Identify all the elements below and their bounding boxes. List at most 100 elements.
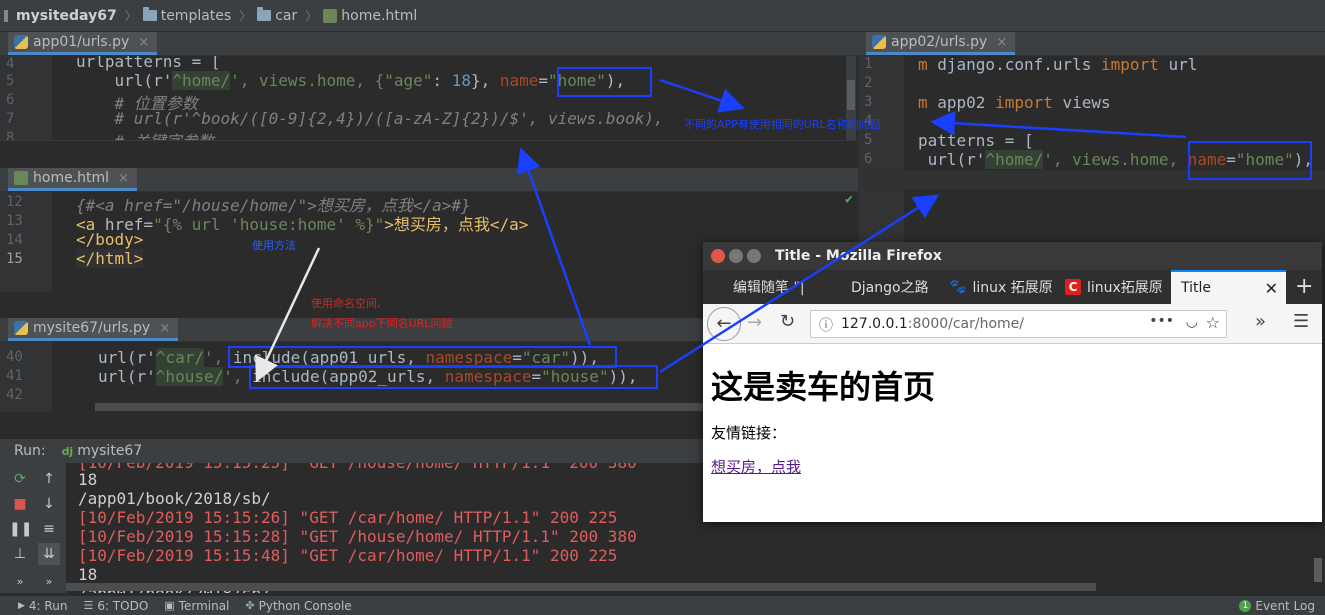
status-run[interactable]: ▶ 4: Run — [18, 599, 67, 613]
browser-tab[interactable]: 编辑随笔 "| — [723, 270, 818, 304]
tab-label: app02/urls.py — [891, 34, 988, 50]
c-logo-icon: C — [1065, 279, 1081, 295]
line-gutter: 1 2 3 4 5 6 7 — [858, 56, 904, 242]
close-window-icon[interactable] — [711, 249, 725, 263]
status-terminal[interactable]: ▣ Terminal — [164, 599, 229, 613]
run-tool-buttons: ⟳ ↑ ■ ↓ ❚❚ ≡ ⊥ ⇊ » » — [0, 463, 66, 593]
new-tab-icon[interactable]: + — [1295, 274, 1313, 299]
highlight-include-app02 — [249, 365, 658, 389]
django-icon: dj — [61, 444, 74, 458]
console-vscrollbar[interactable] — [1314, 558, 1322, 582]
project-icon — [4, 9, 8, 22]
url-bar[interactable]: ⓘ 127.0.0.1:8000/car/home/ ••• ◡ ☆ — [810, 310, 1227, 338]
code-line: </body> — [76, 230, 144, 249]
code-line: url(r'^home/', views.home, {"age": 18}, … — [76, 71, 626, 90]
python-console-icon: ✤ — [245, 599, 255, 612]
run-config-tab[interactable]: dj mysite67 — [62, 443, 143, 459]
close-icon[interactable]: × — [996, 35, 1007, 50]
more-icon[interactable]: » — [38, 571, 60, 593]
pause-icon[interactable]: ❚❚ — [9, 518, 32, 540]
scroll-to-end-icon[interactable]: ⇊ — [38, 543, 60, 565]
console-line: [10/Feb/2019 15:15:25] "GET /house/home/… — [78, 463, 637, 472]
browser-tab[interactable]: Clinux拓展原 — [1055, 270, 1170, 304]
console-line: [10/Feb/2019 15:15:26] "GET /car/home/ H… — [78, 508, 618, 527]
status-event-log[interactable]: 1 Event Log — [1239, 599, 1315, 613]
breadcrumb-folder-car[interactable]: car 〉 — [257, 7, 323, 24]
hamburger-menu-icon[interactable]: ☰ — [1293, 311, 1309, 332]
code-line: # url(r'^book/([0-9]{2,4})/([a-zA-Z]{2})… — [76, 109, 664, 128]
more-icon[interactable]: » — [9, 571, 31, 593]
html-file-icon — [14, 171, 28, 185]
python-file-icon — [14, 35, 28, 49]
firefox-tabbar: 编辑随笔 "| Django之路 🐾 linux 拓展原 Clinux拓展原 Ti… — [703, 270, 1322, 304]
line-gutter: 4 5 6 7 8 — [0, 56, 52, 140]
annotation-namespace-1: 使用命名空间, — [311, 297, 381, 310]
line-number: 6 — [6, 92, 15, 108]
more-dots-icon[interactable]: ••• — [1149, 313, 1174, 329]
console-line: /app01/book/2018/sb/ — [78, 489, 271, 508]
play-icon: ▶ — [18, 600, 25, 611]
bookmark-star-icon[interactable]: ☆ — [1206, 313, 1220, 332]
maximize-window-icon[interactable] — [747, 249, 761, 263]
html-file-icon — [323, 8, 338, 23]
reload-icon[interactable]: ↻ — [780, 311, 795, 332]
browser-tab[interactable]: Django之路 — [841, 270, 939, 304]
editor-tabbar-home: home.html × — [0, 168, 858, 192]
browser-tab-active[interactable]: Title ✕ — [1171, 270, 1286, 304]
tab-label: home.html — [33, 170, 110, 186]
pin-icon[interactable]: ⊥ — [9, 543, 31, 565]
highlight-name-home-app01 — [557, 67, 652, 97]
rerun-icon[interactable]: ⟳ — [9, 468, 31, 490]
url-host: 127.0.0.1 — [841, 316, 908, 332]
line-number: 5 — [6, 73, 15, 89]
window-title: Title - Mozilla Firefox — [775, 248, 942, 264]
folder-icon — [142, 7, 157, 21]
close-icon[interactable]: × — [159, 321, 170, 336]
tab-label: mysite67/urls.py — [33, 320, 151, 336]
back-icon[interactable]: ← — [707, 307, 741, 341]
breadcrumb-folder-label: templates — [160, 7, 232, 24]
status-todo[interactable]: ☰ 6: TODO — [83, 599, 148, 613]
info-icon: ⓘ — [819, 318, 833, 334]
tab-mysite-urls[interactable]: mysite67/urls.py × — [8, 318, 179, 341]
close-icon[interactable]: × — [118, 171, 129, 186]
line-gutter: 40 41 42 — [0, 342, 52, 412]
code-line: </html> — [76, 249, 144, 268]
status-python-console[interactable]: ✤ Python Console — [245, 599, 351, 613]
close-icon[interactable]: × — [138, 35, 149, 50]
buy-house-link[interactable]: 想买房，点我 — [711, 456, 801, 477]
paw-icon: 🐾 — [949, 279, 967, 295]
close-icon[interactable]: ✕ — [1265, 279, 1278, 298]
tab-app01-urls[interactable]: app01/urls.py × — [8, 32, 158, 55]
breadcrumb-file-label: home.html — [341, 7, 418, 24]
tab-home-html[interactable]: home.html × — [8, 168, 137, 191]
forward-icon[interactable]: → — [747, 312, 762, 333]
list-icon: ☰ — [83, 599, 94, 612]
python-file-icon — [14, 321, 28, 335]
page-heading: 这是卖车的首页 — [711, 368, 936, 406]
check-icon: ✔ — [845, 192, 853, 207]
arrow-up-icon[interactable]: ↑ — [38, 468, 60, 490]
breadcrumb-file[interactable]: home.html — [323, 8, 417, 24]
annotation-usage: 使用方法 — [252, 239, 296, 252]
stop-icon[interactable]: ■ — [9, 493, 31, 515]
breadcrumb-project[interactable]: mysiteday67 〉 — [4, 7, 143, 24]
code-line: <a href="{% url 'house:home' %}">想买房，点我<… — [76, 215, 529, 234]
console-scrollbar[interactable] — [66, 583, 1096, 591]
code-line: urlpatterns = [ — [76, 56, 221, 71]
tab-app02-urls[interactable]: app02/urls.py × — [866, 32, 1016, 55]
soft-wrap-icon[interactable]: ≡ — [38, 518, 60, 540]
chevron-right-icon: 〉 — [239, 9, 252, 23]
horizontal-scrollbar[interactable] — [95, 403, 703, 411]
browser-tab[interactable]: 🐾 linux 拓展原 — [939, 270, 1054, 304]
python-file-icon — [872, 35, 886, 49]
page-content: 这是卖车的首页 友情链接： 想买房，点我 — [703, 344, 1322, 522]
pocket-icon[interactable]: ◡ — [1186, 314, 1198, 330]
code-line: m app02 import views — [918, 93, 1111, 112]
breadcrumb-folder-templates[interactable]: templates 〉 — [142, 7, 258, 24]
overflow-icon[interactable]: » — [1255, 311, 1266, 332]
minimize-window-icon[interactable] — [729, 249, 743, 263]
terminal-icon: ▣ — [164, 599, 175, 612]
editor-tabbar-app02: app02/urls.py × — [858, 32, 1325, 56]
arrow-down-icon[interactable]: ↓ — [38, 493, 60, 515]
